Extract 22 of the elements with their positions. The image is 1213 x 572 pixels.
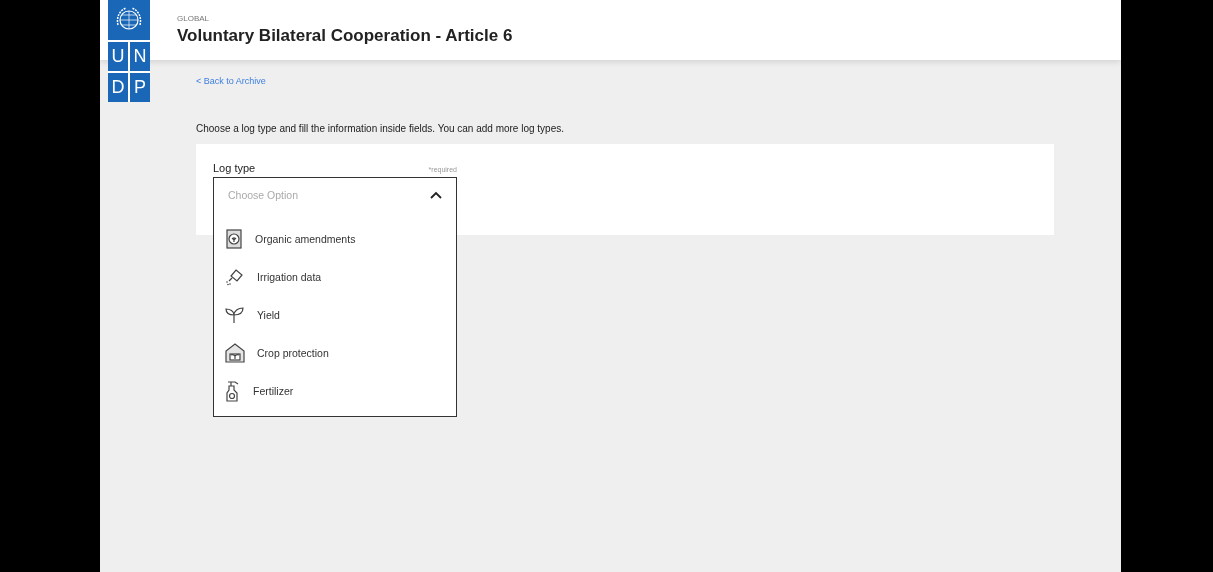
dropdown-option[interactable]: Irrigation data xyxy=(225,258,456,296)
logo-letter: U xyxy=(108,42,128,71)
instructions-text: Choose a log type and fill the information inside fields. You can add more log types. xyxy=(196,123,564,134)
log-type-dropdown[interactable]: Choose Option Organic amendments Irrigation data Yield Crop protection Fertilizer xyxy=(213,177,457,417)
dropdown-option[interactable]: Organic amendments xyxy=(225,220,456,258)
sprout-icon xyxy=(225,306,245,324)
logo-letter: N xyxy=(130,42,150,71)
logo-letter: D xyxy=(108,73,128,102)
dropdown-option[interactable]: Fertilizer xyxy=(225,372,456,410)
page-title: Voluntary Bilateral Cooperation - Article 6 xyxy=(177,26,514,46)
header-eyebrow: GLOBAL xyxy=(177,14,210,23)
greenhouse-icon xyxy=(225,343,245,363)
dropdown-placeholder: Choose Option xyxy=(228,189,299,201)
chevron-icon[interactable] xyxy=(430,191,442,199)
dropdown-option[interactable]: Yield xyxy=(225,296,456,334)
dropdown-option[interactable]: Crop protection xyxy=(225,334,456,372)
sack-icon xyxy=(225,229,243,249)
logo-letter: P xyxy=(130,73,150,102)
spray-bottle-icon xyxy=(225,380,241,402)
back-link[interactable]: < Back to Archive xyxy=(196,76,266,86)
field-label: Log type xyxy=(213,162,256,174)
watering-can-icon xyxy=(225,268,245,286)
